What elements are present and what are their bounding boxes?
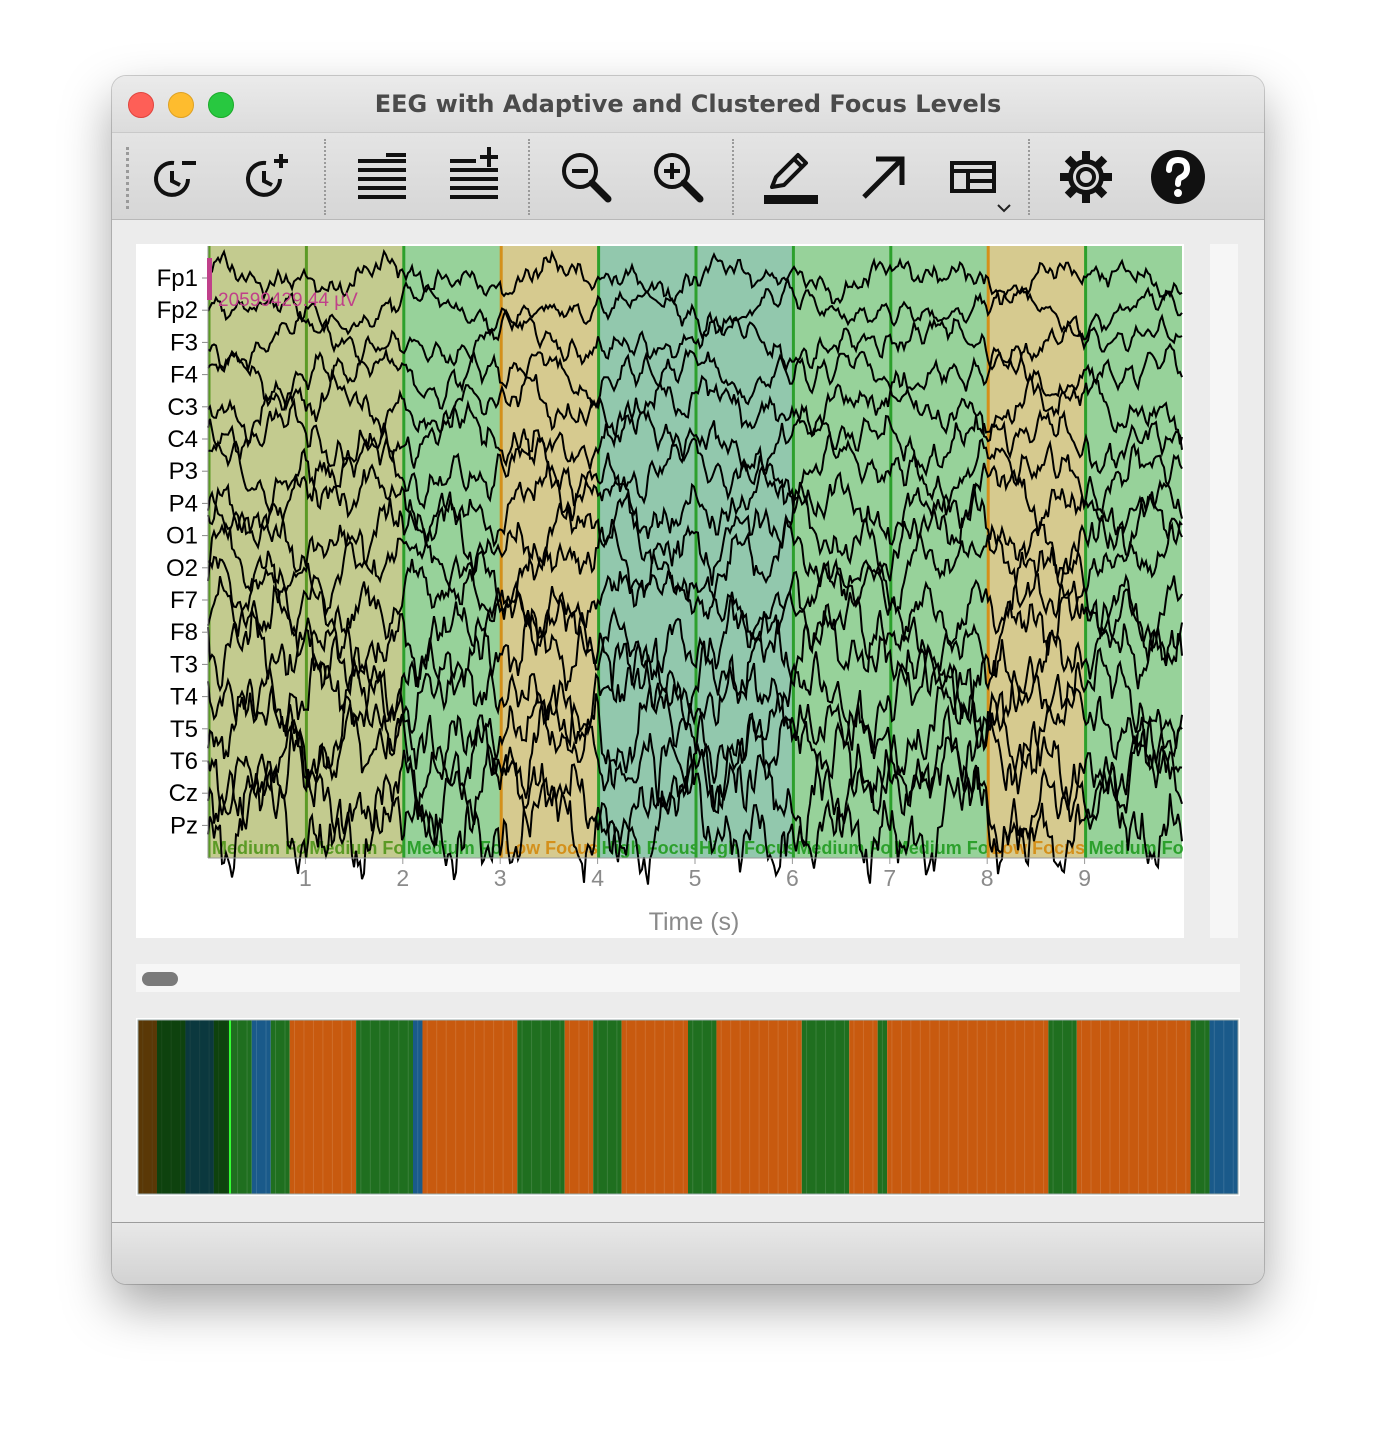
lines-minus-icon bbox=[358, 153, 406, 199]
vertical-scrollbar[interactable] bbox=[1210, 244, 1238, 938]
eeg-plot[interactable]: Medium Focus Medium Focus Medium Focus Low … bbox=[136, 244, 1215, 938]
toolbar-separator bbox=[528, 139, 530, 215]
overview-view-window[interactable] bbox=[138, 1020, 230, 1194]
overview-chart[interactable] bbox=[136, 1018, 1240, 1196]
settings-button[interactable] bbox=[1054, 145, 1118, 209]
channel-label-o2: O2 bbox=[166, 555, 198, 582]
channel-label-o1: O1 bbox=[166, 523, 198, 550]
channel-label-cz: Cz bbox=[169, 780, 198, 807]
toolbar-separator bbox=[732, 139, 734, 215]
channel-label-c3: C3 bbox=[167, 394, 198, 421]
overview-segment-medium bbox=[270, 1020, 290, 1194]
scale-label: 20599429.44 µV bbox=[218, 290, 358, 311]
overview-segment-low bbox=[1076, 1020, 1191, 1194]
toolbar bbox=[112, 133, 1264, 220]
channel-label-f7: F7 bbox=[170, 587, 198, 614]
pen-icon bbox=[764, 153, 818, 204]
channel-label-t6: T6 bbox=[170, 748, 198, 775]
increase-time-scale-button[interactable] bbox=[236, 145, 300, 209]
toolbar-grip[interactable] bbox=[126, 147, 129, 209]
toolbar-separator bbox=[324, 139, 326, 215]
horizontal-scrollbar-thumb[interactable] bbox=[142, 972, 178, 986]
x-tick-label: 5 bbox=[689, 865, 702, 891]
focus-segment bbox=[208, 246, 306, 858]
clock-minus-icon bbox=[154, 160, 196, 197]
toolbar-separator bbox=[1028, 139, 1030, 215]
channel-label-t4: T4 bbox=[170, 684, 198, 711]
channel-label-fp1: Fp1 bbox=[157, 265, 198, 292]
layout-icon bbox=[950, 161, 1011, 213]
overview-segment-medium bbox=[1190, 1020, 1210, 1194]
x-tick-label: 8 bbox=[981, 865, 994, 891]
zoom-in-icon bbox=[654, 153, 704, 203]
arrow-button[interactable] bbox=[850, 145, 914, 209]
annotate-button[interactable] bbox=[758, 145, 822, 209]
eeg-chart[interactable]: Medium FocusMedium FocusMedium FocusLow … bbox=[136, 244, 1215, 938]
channel-label-t5: T5 bbox=[170, 716, 198, 743]
lines-plus-icon bbox=[450, 147, 498, 199]
channel-label-p4: P4 bbox=[169, 490, 198, 517]
x-tick-label: 7 bbox=[883, 865, 896, 891]
decrease-channels-button[interactable] bbox=[350, 145, 414, 209]
x-tick-label: 3 bbox=[494, 865, 507, 891]
zoom-in-button[interactable] bbox=[646, 145, 710, 209]
x-tick-label: 1 bbox=[299, 865, 312, 891]
clock-plus-icon bbox=[246, 154, 288, 197]
channel-label-f3: F3 bbox=[170, 329, 198, 356]
x-tick-label: 6 bbox=[786, 865, 799, 891]
overview-segment-high bbox=[251, 1020, 271, 1194]
x-axis-label: Time (s) bbox=[649, 908, 740, 936]
scale-bar bbox=[207, 258, 212, 300]
channel-label-t3: T3 bbox=[170, 651, 198, 678]
segment-label: Medium Focus bbox=[1089, 838, 1184, 858]
channel-label-fp2: Fp2 bbox=[157, 297, 198, 324]
zoom-out-button[interactable] bbox=[554, 145, 618, 209]
zoom-out-icon bbox=[562, 153, 612, 203]
channel-label-pz: Pz bbox=[170, 812, 198, 839]
increase-channels-button[interactable] bbox=[442, 145, 506, 209]
status-bar bbox=[112, 1222, 1264, 1284]
layout-button[interactable] bbox=[942, 145, 1011, 213]
decrease-time-scale-button[interactable] bbox=[144, 145, 208, 209]
horizontal-scrollbar[interactable] bbox=[136, 964, 1240, 992]
title-bar: EEG with Adaptive and Clustered Focus Le… bbox=[112, 76, 1264, 133]
chevron-down-icon bbox=[997, 204, 1011, 213]
channel-label-p3: P3 bbox=[169, 458, 198, 485]
x-tick-label: 2 bbox=[396, 865, 409, 891]
segment-label: Low Focus bbox=[991, 838, 1085, 858]
channel-label-c4: C4 bbox=[167, 426, 198, 453]
overview-bar[interactable] bbox=[136, 1018, 1240, 1196]
arrow-icon bbox=[862, 156, 905, 199]
channel-label-f4: F4 bbox=[170, 362, 198, 389]
x-tick-label: 9 bbox=[1078, 865, 1091, 891]
window-title: EEG with Adaptive and Clustered Focus Le… bbox=[374, 90, 1002, 118]
channel-label-f8: F8 bbox=[170, 619, 198, 646]
x-tick-label: 4 bbox=[591, 865, 604, 891]
help-button[interactable] bbox=[1146, 145, 1210, 209]
gear-icon bbox=[1060, 151, 1112, 203]
app-window: EEG with Adaptive and Clustered Focus Le… bbox=[112, 76, 1264, 1284]
help-icon bbox=[1151, 150, 1205, 204]
overview-segment-medium bbox=[356, 1020, 413, 1194]
